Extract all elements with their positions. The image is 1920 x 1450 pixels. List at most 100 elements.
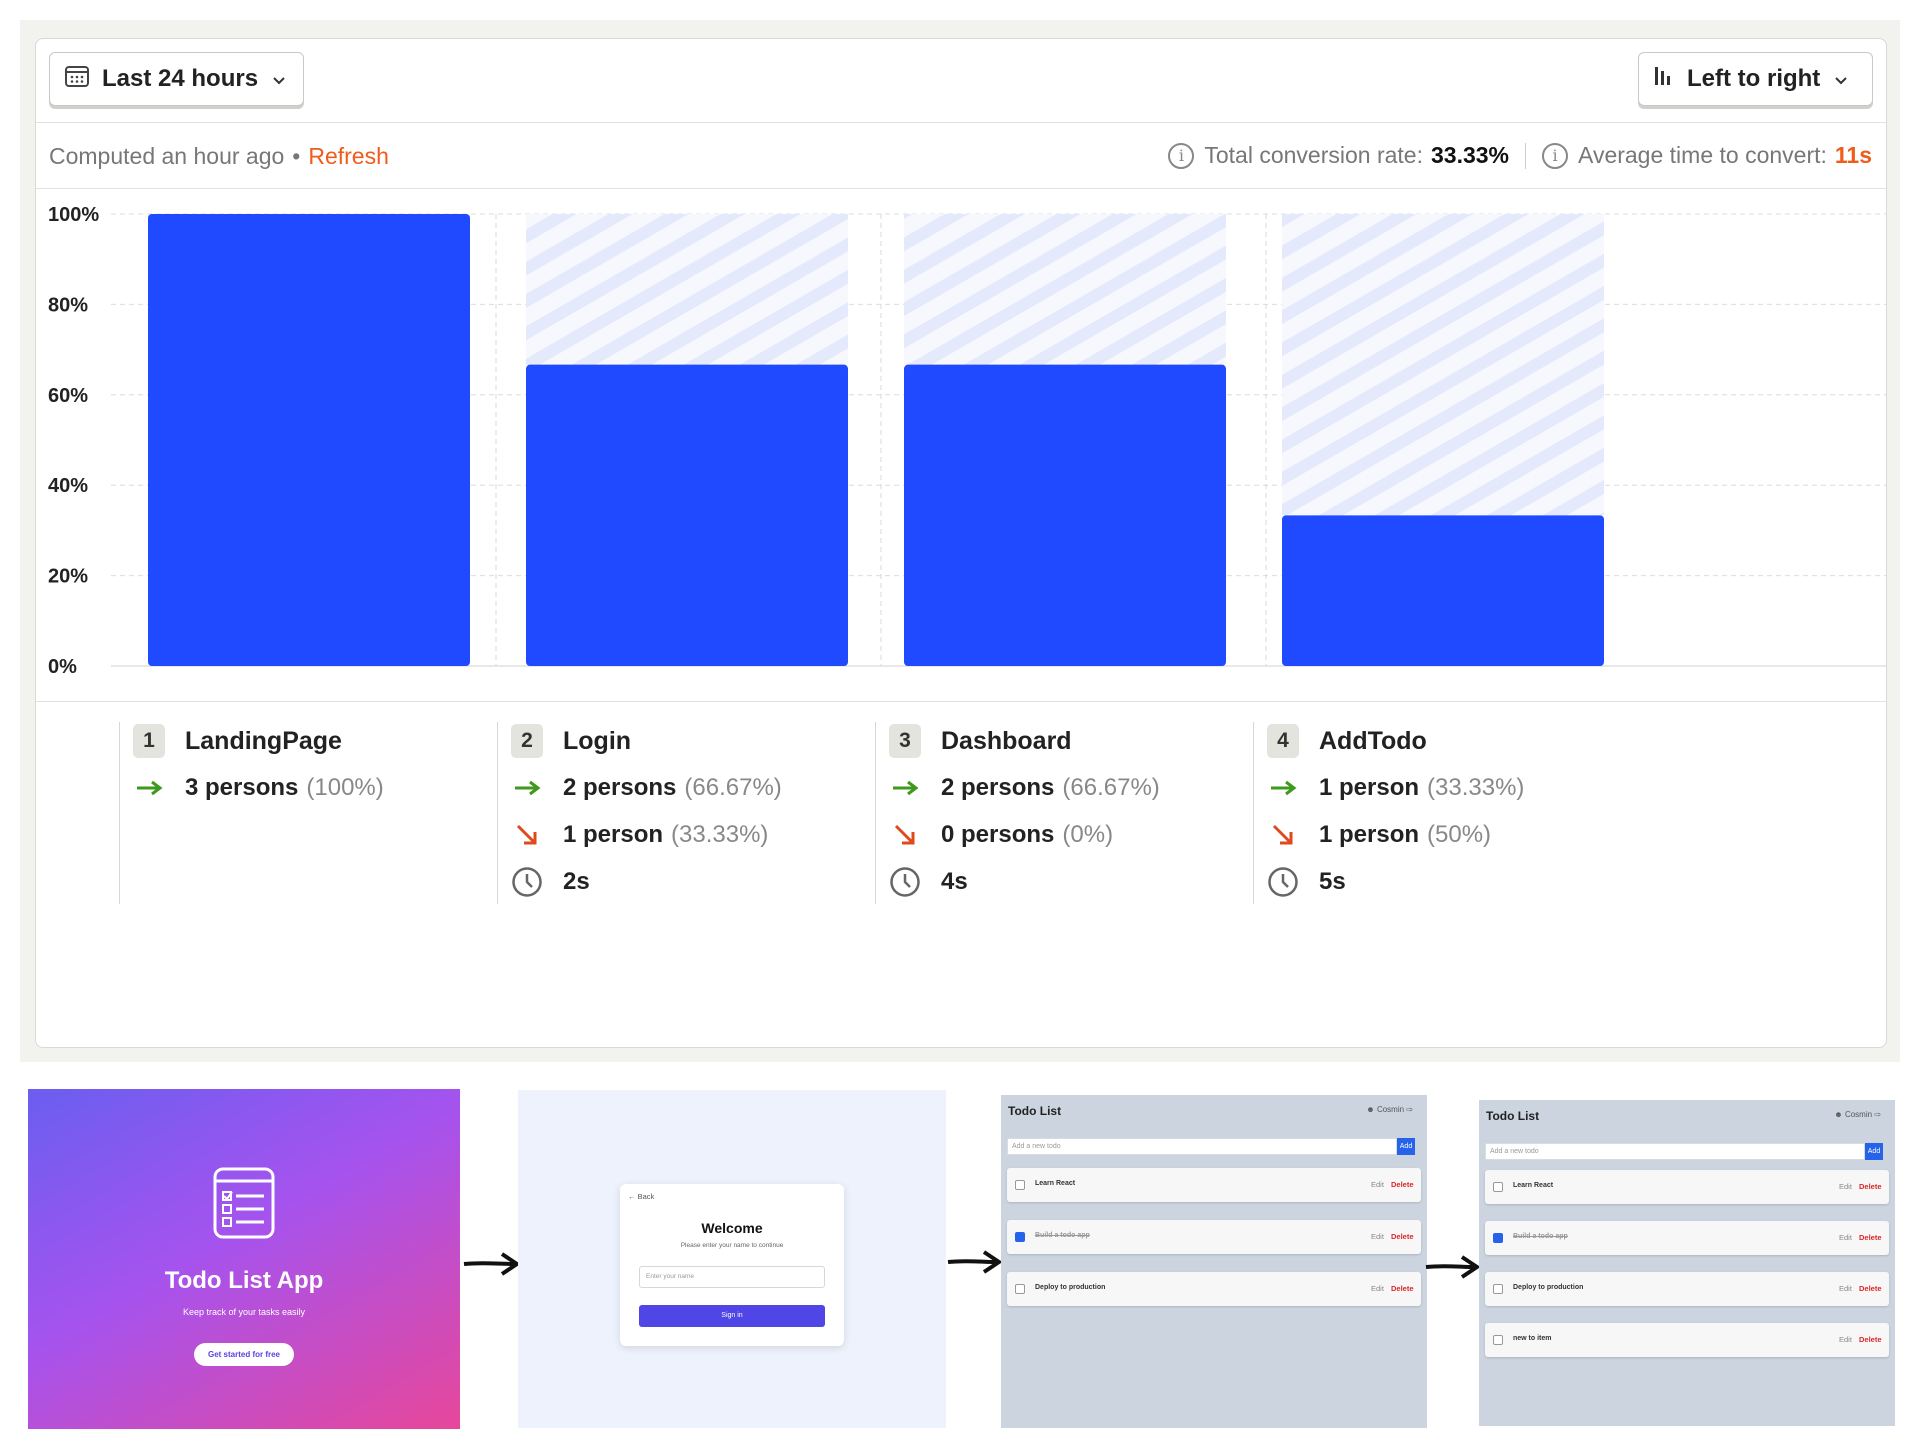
funnel-bar-chart: 0% 20% 40% 60% 80% 100% <box>48 204 1886 678</box>
converted-count[interactable]: 3 persons <box>185 774 298 802</box>
todo-text: Learn React <box>1035 1180 1076 1187</box>
conversion-summary: i Total conversion rate: 33.33% i Averag… <box>1168 142 1872 169</box>
bar-chart-icon <box>1653 65 1675 94</box>
clock-icon <box>889 866 921 898</box>
add-todo-button[interactable]: Add <box>1865 1143 1883 1160</box>
landing-title: Todo List App <box>164 1267 324 1294</box>
clock-icon <box>511 866 543 898</box>
funnel-steps-legend: 1 LandingPage 3 persons (100%) 2 Login 2 perso… <box>36 701 1886 1047</box>
step-name[interactable]: LandingPage <box>185 727 342 756</box>
computed-status: Computed an hour ago • Refresh <box>49 143 389 170</box>
dropped-count[interactable]: 1 person <box>1319 821 1419 849</box>
delete-button[interactable]: Delete <box>1859 1182 1882 1191</box>
converted-count[interactable]: 2 persons <box>941 774 1054 802</box>
bar-dropoff-area <box>1282 214 1604 516</box>
user-menu[interactable]: ☻ Cosmin ⇨ <box>1834 1110 1881 1119</box>
todo-checkbox[interactable] <box>1015 1232 1025 1242</box>
converted-percent: (66.67%) <box>684 774 782 801</box>
step-number-badge: 1 <box>133 724 165 758</box>
dropped-count[interactable]: 0 persons <box>941 821 1054 849</box>
y-tick-label: 40% <box>48 475 88 497</box>
step-name[interactable]: Login <box>563 727 631 756</box>
edit-button[interactable]: Edit <box>1839 1335 1852 1344</box>
converted-percent: (33.33%) <box>1427 774 1525 801</box>
arrow-right-icon <box>133 780 165 796</box>
arrow-down-right-icon <box>511 823 543 847</box>
back-link[interactable]: ← Back <box>628 1192 654 1201</box>
info-icon[interactable]: i <box>1168 142 1195 169</box>
bar-dropoff-area <box>904 214 1226 365</box>
info-icon[interactable]: i <box>1542 142 1569 169</box>
new-todo-input[interactable]: Add a new todo <box>1485 1143 1865 1160</box>
name-input[interactable]: Enter your name <box>639 1266 825 1288</box>
step-name[interactable]: Dashboard <box>941 727 1072 756</box>
date-range-dropdown[interactable]: Last 24 hours <box>49 52 304 106</box>
converted-percent: (66.67%) <box>1062 774 1160 801</box>
get-started-button[interactable]: Get started for free <box>194 1343 294 1366</box>
delete-button[interactable]: Delete <box>1391 1232 1414 1241</box>
delete-button[interactable]: Delete <box>1859 1233 1882 1242</box>
edit-button[interactable]: Edit <box>1371 1232 1384 1241</box>
bar-dashboard[interactable] <box>904 364 1226 666</box>
chevron-down-icon <box>1834 65 1848 93</box>
edit-button[interactable]: Edit <box>1839 1182 1852 1191</box>
converted-row: 2 persons (66.67%) <box>889 769 1160 807</box>
time-row: 4s <box>889 863 1160 901</box>
todo-checkbox[interactable] <box>1493 1233 1503 1243</box>
y-tick-label: 100% <box>48 204 99 226</box>
step-time: 5s <box>1319 868 1346 895</box>
todo-checkbox[interactable] <box>1015 1284 1025 1294</box>
screens-flow: Todo List App Keep track of your tasks e… <box>0 1068 1920 1450</box>
funnel-step-4: 4 AddTodo 1 person (33.33%) 1 person (50%) 5s <box>1253 722 1524 904</box>
converted-row: 3 persons (100%) <box>133 769 384 807</box>
todo-checkbox[interactable] <box>1493 1284 1503 1294</box>
dropped-percent: (50%) <box>1427 821 1492 848</box>
todo-item: Build a todo app Edit Delete <box>1485 1221 1889 1255</box>
delete-button[interactable]: Delete <box>1391 1284 1414 1293</box>
arrow-right-icon <box>511 780 543 796</box>
dashboard-screenshot: Todo List ☻ Cosmin ⇨ Add a new todo Add Lear… <box>1001 1095 1427 1428</box>
average-time-value: 11s <box>1834 142 1872 168</box>
bar-addtodo[interactable] <box>1282 515 1604 666</box>
funnel-card: Last 24 hours Left to right Computed an … <box>35 38 1887 1048</box>
bar-landingpage[interactable] <box>148 214 470 666</box>
edit-button[interactable]: Edit <box>1371 1284 1384 1293</box>
converted-percent: (100%) <box>306 774 384 801</box>
todo-checkbox[interactable] <box>1015 1180 1025 1190</box>
calendar-icon <box>64 63 90 96</box>
step-name[interactable]: AddTodo <box>1319 727 1427 756</box>
converted-count[interactable]: 2 persons <box>563 774 676 802</box>
login-card: ← Back Welcome Please enter your name to… <box>620 1184 844 1346</box>
converted-row: 2 persons (66.67%) <box>511 769 782 807</box>
edit-button[interactable]: Edit <box>1371 1180 1384 1189</box>
y-tick-label: 20% <box>48 566 88 588</box>
user-name: Cosmin <box>1376 1105 1405 1114</box>
edit-button[interactable]: Edit <box>1839 1233 1852 1242</box>
delete-button[interactable]: Delete <box>1391 1180 1414 1189</box>
todo-checkbox[interactable] <box>1493 1335 1503 1345</box>
sign-in-button[interactable]: Sign in <box>639 1305 825 1327</box>
user-menu[interactable]: ☻ Cosmin ⇨ <box>1366 1105 1413 1114</box>
layout-direction-dropdown[interactable]: Left to right <box>1638 52 1873 106</box>
arrow-right-icon <box>889 780 921 796</box>
total-conversion-value: 33.33% <box>1431 142 1510 168</box>
delete-button[interactable]: Delete <box>1859 1335 1882 1344</box>
add-todo-button[interactable]: Add <box>1397 1138 1415 1155</box>
refresh-link[interactable]: Refresh <box>308 143 389 169</box>
todo-checkbox[interactable] <box>1493 1182 1503 1192</box>
flow-arrow <box>463 1252 520 1276</box>
funnel-step-3: 3 Dashboard 2 persons (66.67%) 0 persons (0%)… <box>875 722 1160 904</box>
dropped-count[interactable]: 1 person <box>563 821 663 849</box>
new-todo-input[interactable]: Add a new todo <box>1007 1138 1397 1155</box>
y-tick-label: 0% <box>48 656 77 678</box>
todo-text: new to item <box>1513 1335 1552 1342</box>
edit-button[interactable]: Edit <box>1839 1284 1852 1293</box>
delete-button[interactable]: Delete <box>1859 1284 1882 1293</box>
step-time: 4s <box>941 868 968 895</box>
separator-dot: • <box>292 143 301 169</box>
todo-item: Learn React Edit Delete <box>1485 1170 1889 1204</box>
divider <box>1525 142 1527 169</box>
bar-login[interactable] <box>526 364 848 666</box>
converted-count[interactable]: 1 person <box>1319 774 1419 802</box>
todo-item: Deploy to production Edit Delete <box>1007 1272 1421 1306</box>
